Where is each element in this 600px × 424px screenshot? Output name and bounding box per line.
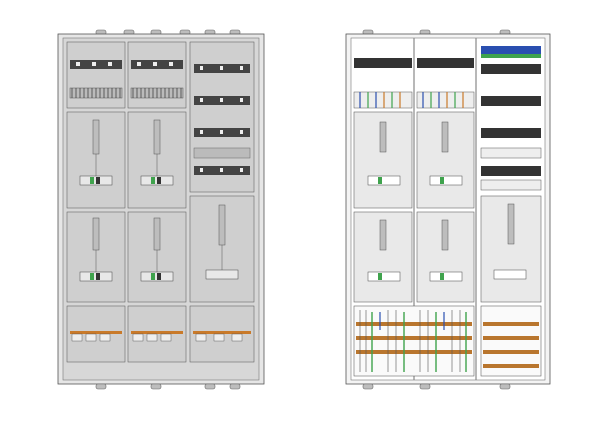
closed-cabinet (57, 29, 265, 390)
closed-meter-panel-4 (127, 211, 187, 303)
closed-breaker-panel-left (66, 41, 126, 109)
closed-meter-panel-1 (66, 111, 126, 209)
open-terminal-area (353, 305, 542, 377)
closed-terminal-panels (66, 305, 255, 363)
closed-meter-panel-3 (66, 211, 126, 303)
closed-breaker-stack-right (189, 41, 255, 193)
cabinet-diagram (57, 29, 551, 390)
closed-meter-panel-2 (127, 111, 187, 209)
closed-breaker-panel-mid (127, 41, 187, 109)
bottom-cable-glands (95, 383, 241, 390)
open-cabinet (345, 29, 551, 390)
closed-meter-panel-5 (189, 195, 255, 303)
